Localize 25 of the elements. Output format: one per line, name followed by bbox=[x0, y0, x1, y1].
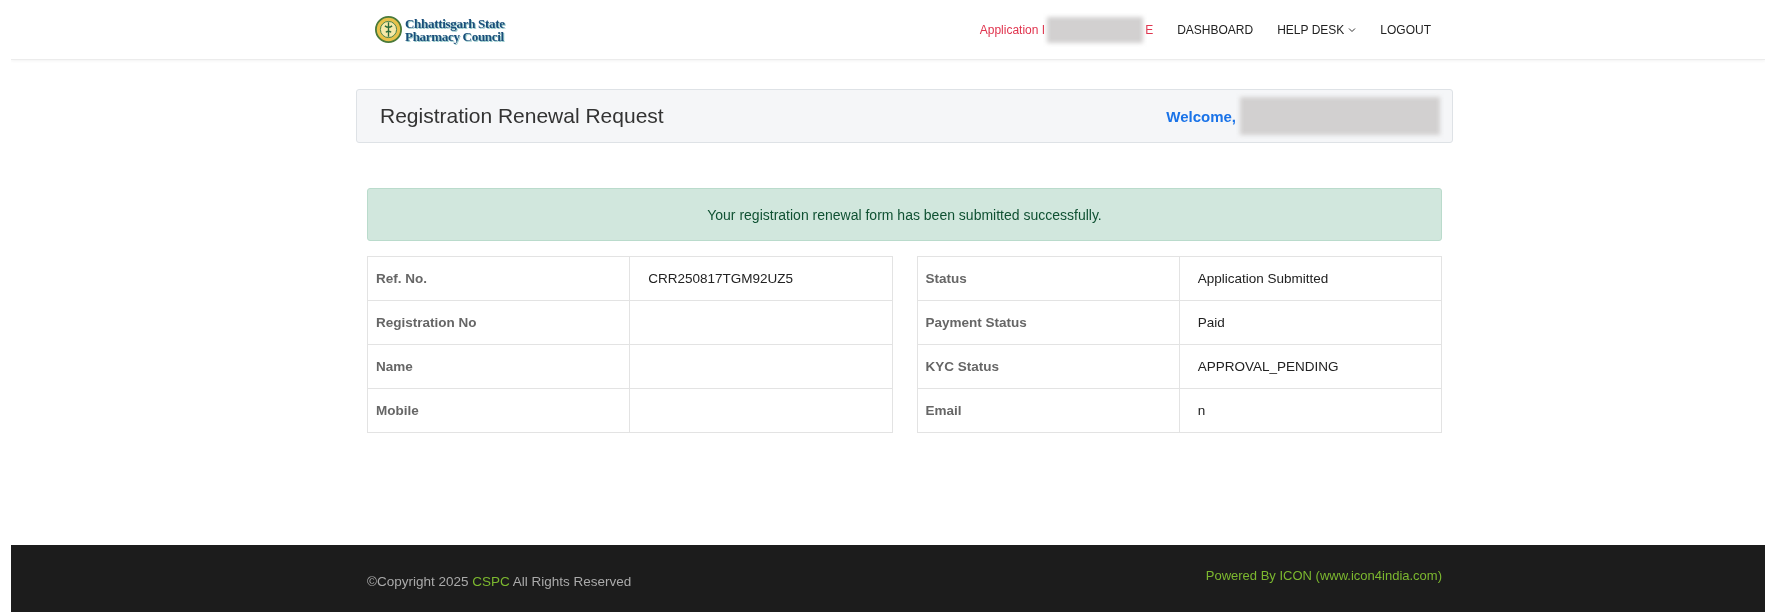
field-value: APPROVAL_PENDING bbox=[1179, 344, 1442, 389]
nav-link[interactable]: LOGOUT bbox=[1380, 22, 1431, 37]
copyright-text: ©Copyright 2025 CSPC All Rights Reserved bbox=[367, 573, 632, 589]
field-value: n bbox=[1179, 388, 1442, 433]
logo-text[interactable]: Chhattisgarh State Pharmacy Council bbox=[405, 16, 505, 43]
field-value: Paid bbox=[1179, 300, 1442, 345]
emblem-icon bbox=[375, 16, 402, 43]
success-alert: Your registration renewal form has been submitted successfully. bbox=[367, 188, 1442, 241]
welcome-text: Welcome, bbox=[1166, 107, 1236, 125]
field-label: Name bbox=[367, 344, 630, 389]
field-label: KYC Status bbox=[917, 344, 1180, 389]
field-label: Registration No bbox=[367, 300, 630, 345]
field-label: Status bbox=[917, 256, 1180, 301]
help-desk-menu[interactable]: HELP DESK bbox=[1277, 22, 1357, 37]
field-label: Mobile bbox=[367, 388, 630, 433]
powered-by-link[interactable]: Powered By ICON (www.icon4india.com) bbox=[1205, 568, 1442, 583]
page-title: Registration Renewal Request bbox=[380, 104, 665, 128]
application-link[interactable]: Application I E bbox=[979, 16, 1154, 43]
nav-link[interactable]: DASHBOARD bbox=[1177, 22, 1254, 37]
field-label: Email bbox=[917, 388, 1180, 433]
field-label: Payment Status bbox=[917, 300, 1180, 345]
caret-icon bbox=[1348, 26, 1357, 33]
field-value: CRR250817TGM92UZ5 bbox=[629, 256, 892, 301]
field-value: Application Submitted bbox=[1179, 256, 1442, 301]
field-label: Ref. No. bbox=[367, 256, 630, 301]
